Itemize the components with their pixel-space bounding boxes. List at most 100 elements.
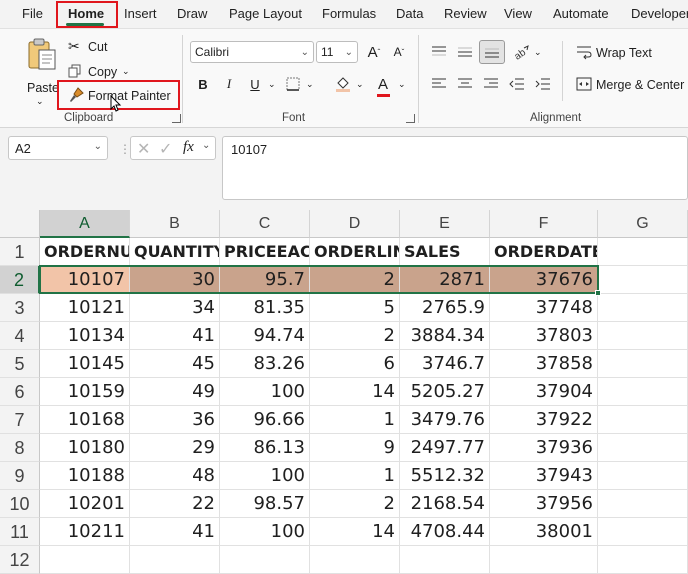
- underline-chevron-icon[interactable]: ⌄: [268, 77, 276, 91]
- cell-f7[interactable]: 37922: [490, 406, 598, 434]
- cell-e11[interactable]: 4708.44: [400, 518, 490, 546]
- row-header-3[interactable]: 3: [0, 294, 40, 322]
- row-header-7[interactable]: 7: [0, 406, 40, 434]
- cell-b10[interactable]: 22: [130, 490, 220, 518]
- fill-handle[interactable]: [595, 290, 601, 296]
- cell-a4[interactable]: 10134: [40, 322, 130, 350]
- tab-insert[interactable]: Insert: [124, 6, 157, 22]
- decrease-font-size-button[interactable]: Aˇ: [388, 41, 410, 63]
- tab-developer[interactable]: Developer: [631, 6, 688, 22]
- cell-g1[interactable]: [598, 238, 688, 266]
- merge-center-button[interactable]: Merge & Center: [574, 74, 686, 94]
- column-header-a[interactable]: A: [40, 210, 130, 238]
- cell-d9[interactable]: 1: [310, 462, 400, 490]
- cell-d10[interactable]: 2: [310, 490, 400, 518]
- tab-file[interactable]: File: [22, 6, 43, 22]
- cell-d2[interactable]: 2: [310, 266, 400, 294]
- increase-font-size-button[interactable]: Aˆ: [363, 41, 385, 63]
- row-header-11[interactable]: 11: [0, 518, 40, 546]
- cell-f4[interactable]: 37803: [490, 322, 598, 350]
- cell-f1[interactable]: ORDERDATE: [490, 238, 598, 266]
- align-bottom-button[interactable]: [479, 40, 505, 64]
- cell-d11[interactable]: 14: [310, 518, 400, 546]
- cell-b3[interactable]: 34: [130, 294, 220, 322]
- formula-input[interactable]: 10107: [222, 136, 688, 200]
- decrease-indent-button[interactable]: [506, 73, 528, 95]
- cell-e12[interactable]: [400, 546, 490, 574]
- cell-g11[interactable]: [598, 518, 688, 546]
- tab-data[interactable]: Data: [396, 6, 423, 22]
- cell-e10[interactable]: 2168.54: [400, 490, 490, 518]
- cell-c11[interactable]: 100: [220, 518, 310, 546]
- cell-g10[interactable]: [598, 490, 688, 518]
- tab-formulas[interactable]: Formulas: [322, 6, 376, 22]
- cell-f3[interactable]: 37748: [490, 294, 598, 322]
- cell-e8[interactable]: 2497.77: [400, 434, 490, 462]
- cell-e9[interactable]: 5512.32: [400, 462, 490, 490]
- cell-f6[interactable]: 37904: [490, 378, 598, 406]
- tab-draw[interactable]: Draw: [177, 6, 207, 22]
- cell-c6[interactable]: 100: [220, 378, 310, 406]
- cell-g7[interactable]: [598, 406, 688, 434]
- cell-f5[interactable]: 37858: [490, 350, 598, 378]
- cell-f10[interactable]: 37956: [490, 490, 598, 518]
- cell-c7[interactable]: 96.66: [220, 406, 310, 434]
- copy-chevron-icon[interactable]: ⌄: [122, 64, 130, 78]
- cell-e7[interactable]: 3479.76: [400, 406, 490, 434]
- column-header-d[interactable]: D: [310, 210, 400, 238]
- row-header-10[interactable]: 10: [0, 490, 40, 518]
- cell-b5[interactable]: 45: [130, 350, 220, 378]
- row-header-1[interactable]: 1: [0, 238, 40, 266]
- cell-d7[interactable]: 1: [310, 406, 400, 434]
- cell-f12[interactable]: [490, 546, 598, 574]
- cell-b7[interactable]: 36: [130, 406, 220, 434]
- cell-a10[interactable]: 10201: [40, 490, 130, 518]
- align-right-button[interactable]: [480, 73, 502, 95]
- cell-d1[interactable]: ORDERLINENUMBER: [310, 238, 400, 266]
- cell-c3[interactable]: 81.35: [220, 294, 310, 322]
- cell-a7[interactable]: 10168: [40, 406, 130, 434]
- italic-button[interactable]: I: [218, 73, 240, 95]
- font-dialog-launcher-icon[interactable]: [406, 114, 415, 123]
- cell-e1[interactable]: SALES: [400, 238, 490, 266]
- cell-b12[interactable]: [130, 546, 220, 574]
- cell-e3[interactable]: 2765.9: [400, 294, 490, 322]
- cell-g12[interactable]: [598, 546, 688, 574]
- font-color-chevron-icon[interactable]: ⌄: [398, 77, 406, 91]
- cell-a12[interactable]: [40, 546, 130, 574]
- paste-chevron-icon[interactable]: ⌄: [36, 94, 44, 108]
- cell-a2[interactable]: 10107: [40, 266, 130, 294]
- cell-f8[interactable]: 37936: [490, 434, 598, 462]
- cell-b9[interactable]: 48: [130, 462, 220, 490]
- cell-f11[interactable]: 38001: [490, 518, 598, 546]
- cell-e4[interactable]: 3884.34: [400, 322, 490, 350]
- cell-g3[interactable]: [598, 294, 688, 322]
- font-size-select[interactable]: 11 ⌄: [316, 41, 358, 63]
- clipboard-dialog-launcher-icon[interactable]: [172, 114, 181, 123]
- cell-d12[interactable]: [310, 546, 400, 574]
- cell-c8[interactable]: 86.13: [220, 434, 310, 462]
- row-header-5[interactable]: 5: [0, 350, 40, 378]
- cell-d8[interactable]: 9: [310, 434, 400, 462]
- borders-chevron-icon[interactable]: ⌄: [306, 77, 314, 91]
- cell-b6[interactable]: 49: [130, 378, 220, 406]
- select-all-corner[interactable]: [0, 210, 40, 238]
- cell-d4[interactable]: 2: [310, 322, 400, 350]
- tab-review[interactable]: Review: [444, 6, 487, 22]
- cell-g2[interactable]: [598, 266, 688, 294]
- cell-a11[interactable]: 10211: [40, 518, 130, 546]
- cell-c1[interactable]: PRICEEACH: [220, 238, 310, 266]
- row-header-8[interactable]: 8: [0, 434, 40, 462]
- cell-d3[interactable]: 5: [310, 294, 400, 322]
- orientation-chevron-icon[interactable]: ⌄: [534, 45, 542, 59]
- row-header-12[interactable]: 12: [0, 546, 40, 574]
- cell-c9[interactable]: 100: [220, 462, 310, 490]
- align-top-button[interactable]: [428, 41, 450, 63]
- cell-b1[interactable]: QUANTITYORDERED: [130, 238, 220, 266]
- cell-c10[interactable]: 98.57: [220, 490, 310, 518]
- cell-g8[interactable]: [598, 434, 688, 462]
- copy-button[interactable]: Copy ⌄: [68, 63, 148, 81]
- cell-g4[interactable]: [598, 322, 688, 350]
- cell-a1[interactable]: ORDERNUMBER: [40, 238, 130, 266]
- cell-g5[interactable]: [598, 350, 688, 378]
